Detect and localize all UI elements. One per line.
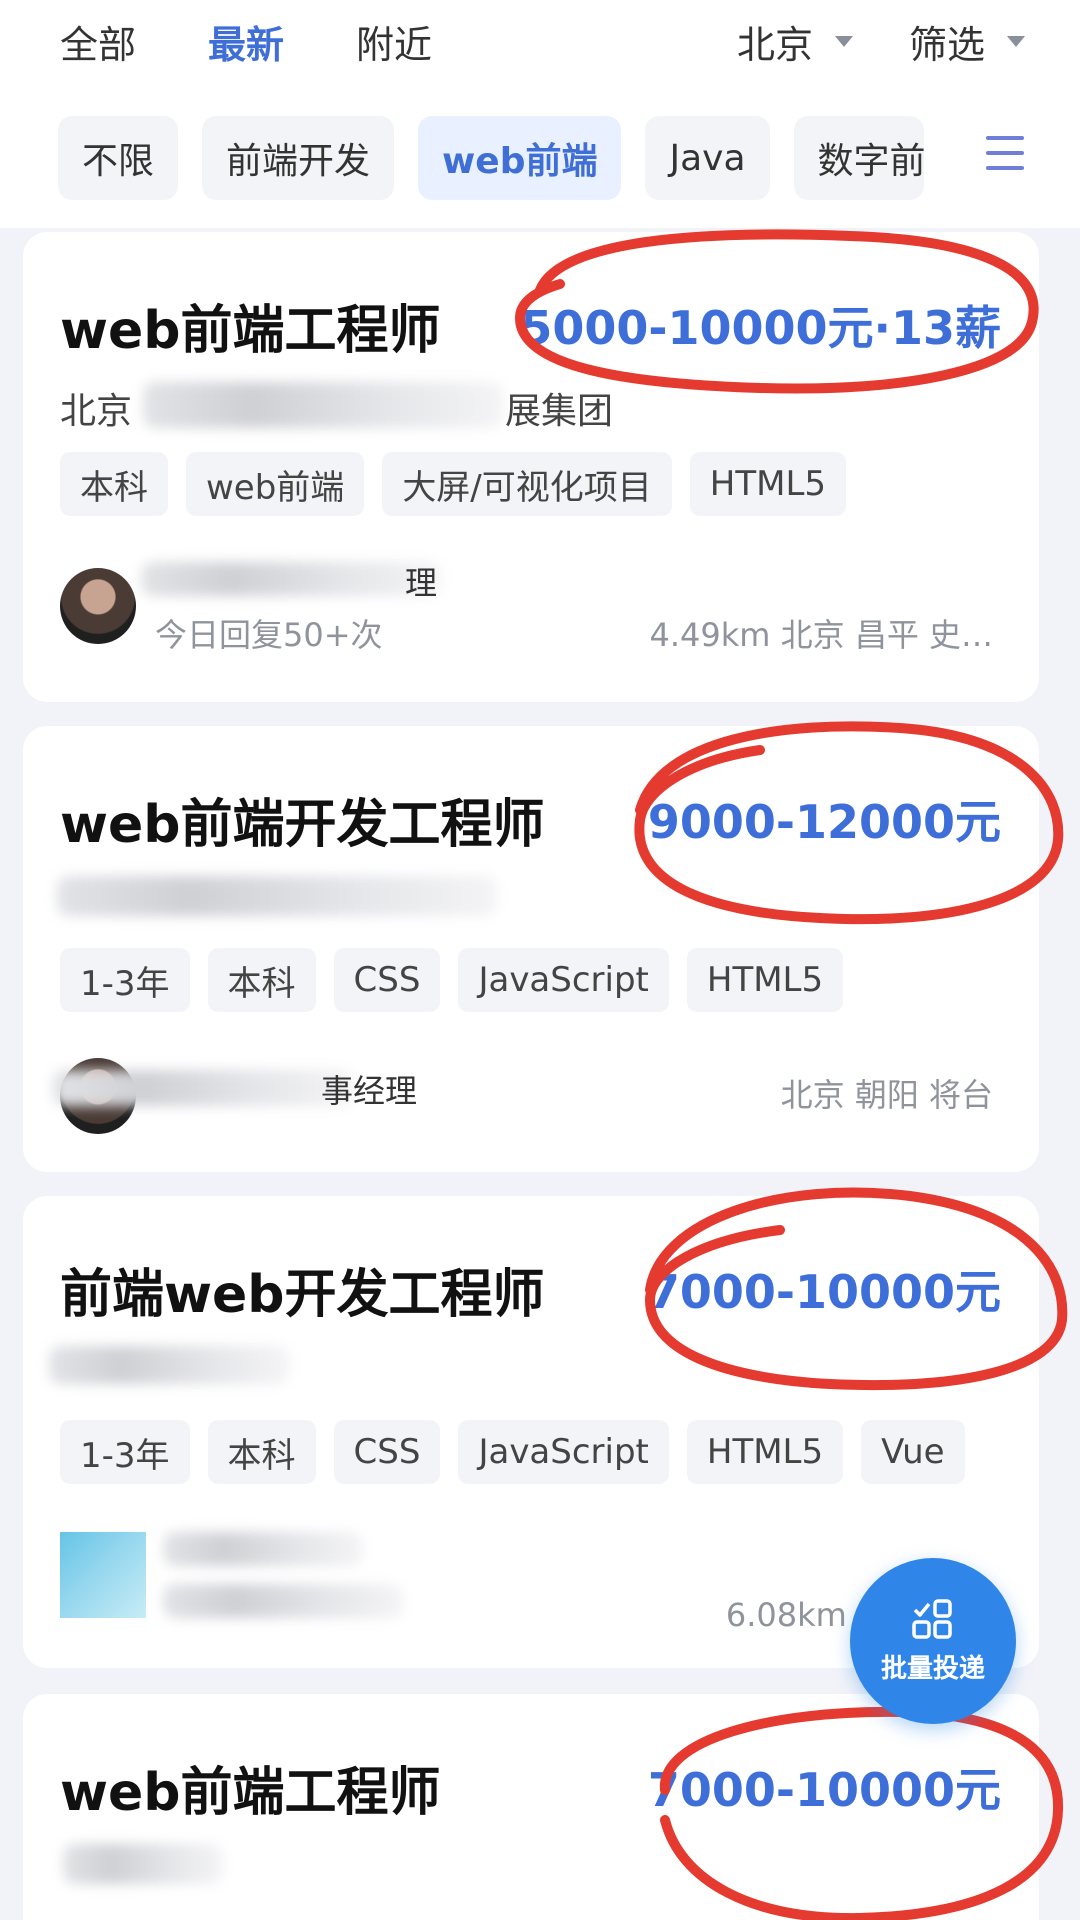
chip-frontend-dev[interactable]: 前端开发 (202, 116, 395, 200)
job-salary: 5000-10000元·13薪 (520, 301, 1001, 355)
tag: JavaScript (458, 948, 669, 1012)
tab-latest[interactable]: 最新 (208, 14, 284, 69)
tag: HTML5 (686, 948, 844, 1012)
chip-unlimited[interactable]: 不限 (58, 116, 179, 200)
filter-dropdown[interactable]: 筛选 (909, 14, 1025, 69)
company-name-start: 北京 (60, 391, 133, 432)
tag: 大屏/可视化项目 (382, 452, 672, 516)
job-card[interactable]: web前端工程师 5000-10000元·13薪 北京 展集团 本科 web前端… (23, 232, 1039, 702)
redacted-company (57, 876, 497, 916)
redacted-company (63, 1844, 223, 1884)
job-tags: 1-3年 本科 CSS JavaScript HTML5 Vue (60, 1420, 965, 1484)
tag: Vue (861, 1420, 965, 1484)
job-salary: 9000-12000元 (647, 795, 1001, 849)
redacted-company (49, 1346, 289, 1384)
tag: CSS (333, 948, 441, 1012)
tag: HTML5 (689, 452, 847, 516)
chevron-down-icon (1007, 36, 1025, 47)
recruiter-title: 事经理 (321, 1072, 418, 1110)
menu-icon[interactable] (986, 136, 1024, 174)
city-dropdown[interactable]: 北京 (737, 14, 853, 69)
avatar (60, 568, 136, 644)
redacted-recruiter (141, 562, 441, 596)
company-logo (60, 1532, 146, 1618)
redacted-recruiter (163, 1532, 363, 1566)
company-name-tail: 展集团 (505, 391, 614, 432)
job-salary: 7000-10000元 (647, 1763, 1001, 1817)
tag: 本科 (60, 452, 168, 516)
job-card[interactable]: web前端开发工程师 9000-12000元 1-3年 本科 CSS JavaS… (23, 726, 1039, 1172)
tag: web前端 (186, 452, 365, 516)
tag: HTML5 (686, 1420, 844, 1484)
job-title: 前端web开发工程师 (60, 1265, 545, 1325)
tag: 1-3年 (60, 1420, 190, 1484)
batch-apply-icon (912, 1598, 952, 1639)
redacted-recruiter (53, 1070, 353, 1106)
job-title: web前端开发工程师 (60, 795, 545, 855)
category-chips: 不限 前端开发 web前端 Java 数字前 (58, 116, 924, 200)
company-name: 北京 (60, 382, 132, 434)
job-tags: 1-3年 本科 CSS JavaScript HTML5 (60, 948, 844, 1012)
batch-apply-label: 批量投递 (880, 1653, 985, 1684)
job-location: 4.49km 北京 昌平 史… (649, 616, 993, 654)
job-salary: 7000-10000元 (647, 1265, 1001, 1319)
redacted-company (143, 382, 503, 428)
tag: 1-3年 (60, 948, 190, 1012)
tag: 本科 (207, 1420, 316, 1484)
tag: CSS (333, 1420, 441, 1484)
chip-java[interactable]: Java (645, 116, 770, 200)
chevron-down-icon (834, 36, 853, 47)
job-location: 北京 朝阳 将台 (780, 1076, 993, 1114)
filter-label: 筛选 (908, 23, 985, 67)
job-card[interactable]: web前端工程师 7000-10000元 (23, 1694, 1039, 1920)
job-tags: 本科 web前端 大屏/可视化项目 HTML5 (60, 452, 847, 516)
top-header: 全部 最新 附近 北京 筛选 不限 前端开发 web前端 Java 数字前 (0, 0, 1080, 228)
batch-apply-button[interactable]: 批量投递 (850, 1558, 1016, 1724)
chip-web-frontend[interactable]: web前端 (418, 116, 622, 200)
tag: 本科 (207, 948, 316, 1012)
redacted-reply (163, 1584, 403, 1618)
recruiter-title: 理 (405, 564, 438, 602)
tab-all[interactable]: 全部 (60, 14, 136, 69)
reply-rate: 今日回复50+次 (155, 616, 383, 654)
job-title: web前端工程师 (60, 301, 441, 361)
top-tabs: 全部 最新 附近 (60, 14, 432, 69)
tab-nearby[interactable]: 附近 (356, 14, 432, 69)
city-label: 北京 (736, 23, 813, 67)
job-title: web前端工程师 (60, 1763, 441, 1823)
tag: JavaScript (458, 1420, 669, 1484)
chip-digital[interactable]: 数字前 (793, 116, 924, 200)
